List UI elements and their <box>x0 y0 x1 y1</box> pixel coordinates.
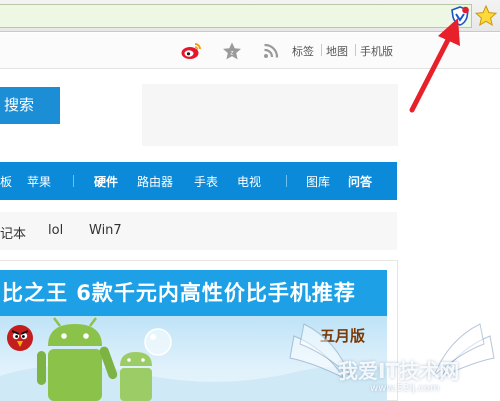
tag-link[interactable]: lol <box>48 223 63 238</box>
search-button[interactable]: 搜索 <box>0 87 60 124</box>
tag-link[interactable]: 记本 <box>0 223 26 242</box>
nav-item-hardware[interactable]: 硬件 <box>94 173 118 190</box>
weibo-icon[interactable] <box>180 41 202 61</box>
nav-item-watch[interactable]: 手表 <box>194 173 218 190</box>
toolbar-separator <box>321 44 322 56</box>
annotation-arrow <box>409 18 460 113</box>
watermark-text: 我爱IT技术网 <box>338 359 460 383</box>
svg-text:z: z <box>230 49 233 56</box>
watermark-url: www.52ij.com <box>370 383 440 394</box>
bookmark-star-icon[interactable] <box>474 4 498 28</box>
toolbar-separator <box>355 44 356 56</box>
nav-item[interactable]: 板 <box>0 173 12 190</box>
nav-item-qa[interactable]: 问答 <box>348 173 372 190</box>
nav-separator <box>286 175 287 187</box>
rss-icon[interactable] <box>261 41 283 61</box>
nav-separator <box>73 175 74 187</box>
toolbar-link-mobile[interactable]: 手机版 <box>360 43 393 59</box>
nav-item-apple[interactable]: 苹果 <box>27 173 51 190</box>
ad-placeholder <box>142 84 398 146</box>
category-navbar: 板 苹果 硬件 路由器 手表 电视 图库 问答 <box>0 162 397 200</box>
hot-tags-row: 记本 lol Win7 <box>0 212 397 250</box>
nav-item-router[interactable]: 路由器 <box>137 173 173 190</box>
nav-item-tv[interactable]: 电视 <box>237 173 261 190</box>
toolbar-link-tags[interactable]: 标签 <box>292 43 314 59</box>
banner-title[interactable]: 比之王 6款千元内高性价比手机推荐 <box>0 270 387 316</box>
star-outline-icon[interactable]: z <box>221 41 243 61</box>
tag-link[interactable]: Win7 <box>89 223 122 238</box>
toolbar-link-map[interactable]: 地图 <box>326 43 348 59</box>
nav-item-gallery[interactable]: 图库 <box>306 173 330 190</box>
